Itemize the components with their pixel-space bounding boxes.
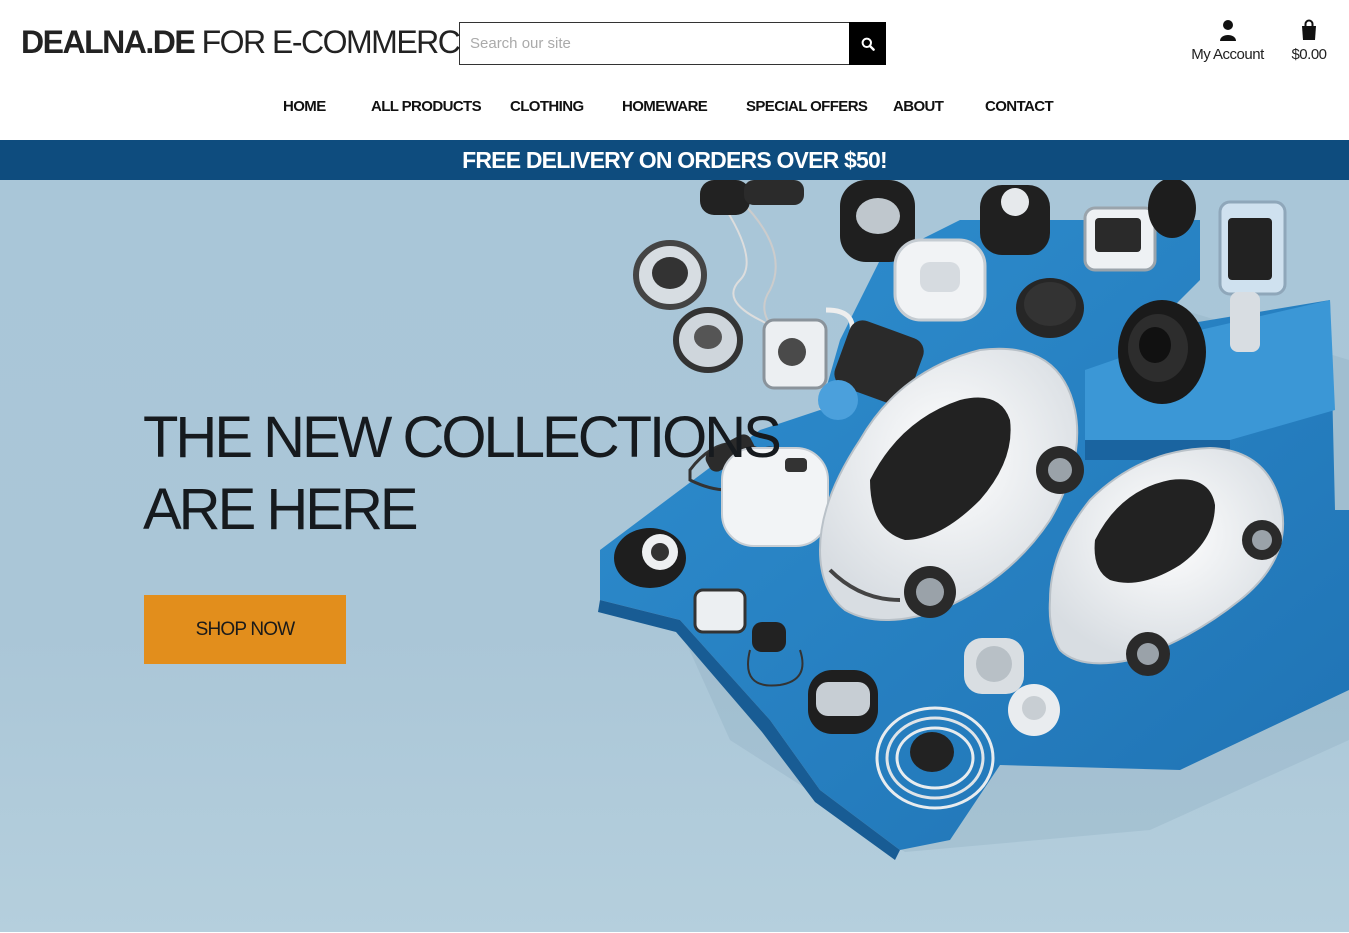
nav-home[interactable]: HOME — [283, 98, 326, 115]
shopping-bag-icon — [1302, 19, 1316, 40]
search-form — [459, 22, 886, 65]
logo-brand: DEALNA.DE — [21, 24, 196, 60]
hero-banner: THE NEW COLLECTIONS ARE HERE SHOP NOW — [0, 180, 1349, 932]
user-icon — [1219, 20, 1236, 41]
search-icon — [861, 37, 875, 51]
nav-clothing[interactable]: CLOTHING — [510, 98, 584, 115]
nav-special-offers[interactable]: SPECIAL OFFERS — [746, 98, 868, 115]
nav-contact[interactable]: CONTACT — [985, 98, 1054, 115]
logo-tagline: FOR E-COMMERCE — [194, 24, 481, 60]
hero-product-image — [598, 180, 1349, 860]
site-header: DEALNA.DE FOR E-COMMERCE My Account $0.0 — [0, 0, 1349, 140]
hero-title: THE NEW COLLECTIONS ARE HERE — [143, 402, 782, 546]
shop-now-button[interactable]: SHOP NOW — [144, 595, 346, 664]
cart-link[interactable]: $0.00 — [1286, 16, 1332, 63]
my-account-link[interactable]: My Account — [1190, 16, 1265, 63]
promo-text: FREE DELIVERY ON ORDERS OVER $50! — [462, 146, 888, 173]
search-input[interactable] — [459, 22, 849, 65]
main-nav: HOME ALL PRODUCTS CLOTHING HOMEWARE SPEC… — [0, 98, 1349, 122]
my-account-label: My Account — [1191, 46, 1264, 63]
site-logo[interactable]: DEALNA.DE FOR E-COMMERCE — [21, 24, 481, 61]
shop-now-label: SHOP NOW — [195, 618, 296, 640]
search-button[interactable] — [849, 22, 886, 65]
cart-total: $0.00 — [1291, 46, 1327, 63]
hero-title-line-2: ARE HERE — [143, 477, 419, 542]
free-delivery-banner: FREE DELIVERY ON ORDERS OVER $50! — [0, 140, 1349, 180]
nav-homeware[interactable]: HOMEWARE — [622, 98, 708, 115]
nav-all-products[interactable]: ALL PRODUCTS — [371, 98, 482, 115]
hero-title-line-1: THE NEW COLLECTIONS — [143, 405, 782, 470]
nav-about[interactable]: ABOUT — [893, 98, 944, 115]
